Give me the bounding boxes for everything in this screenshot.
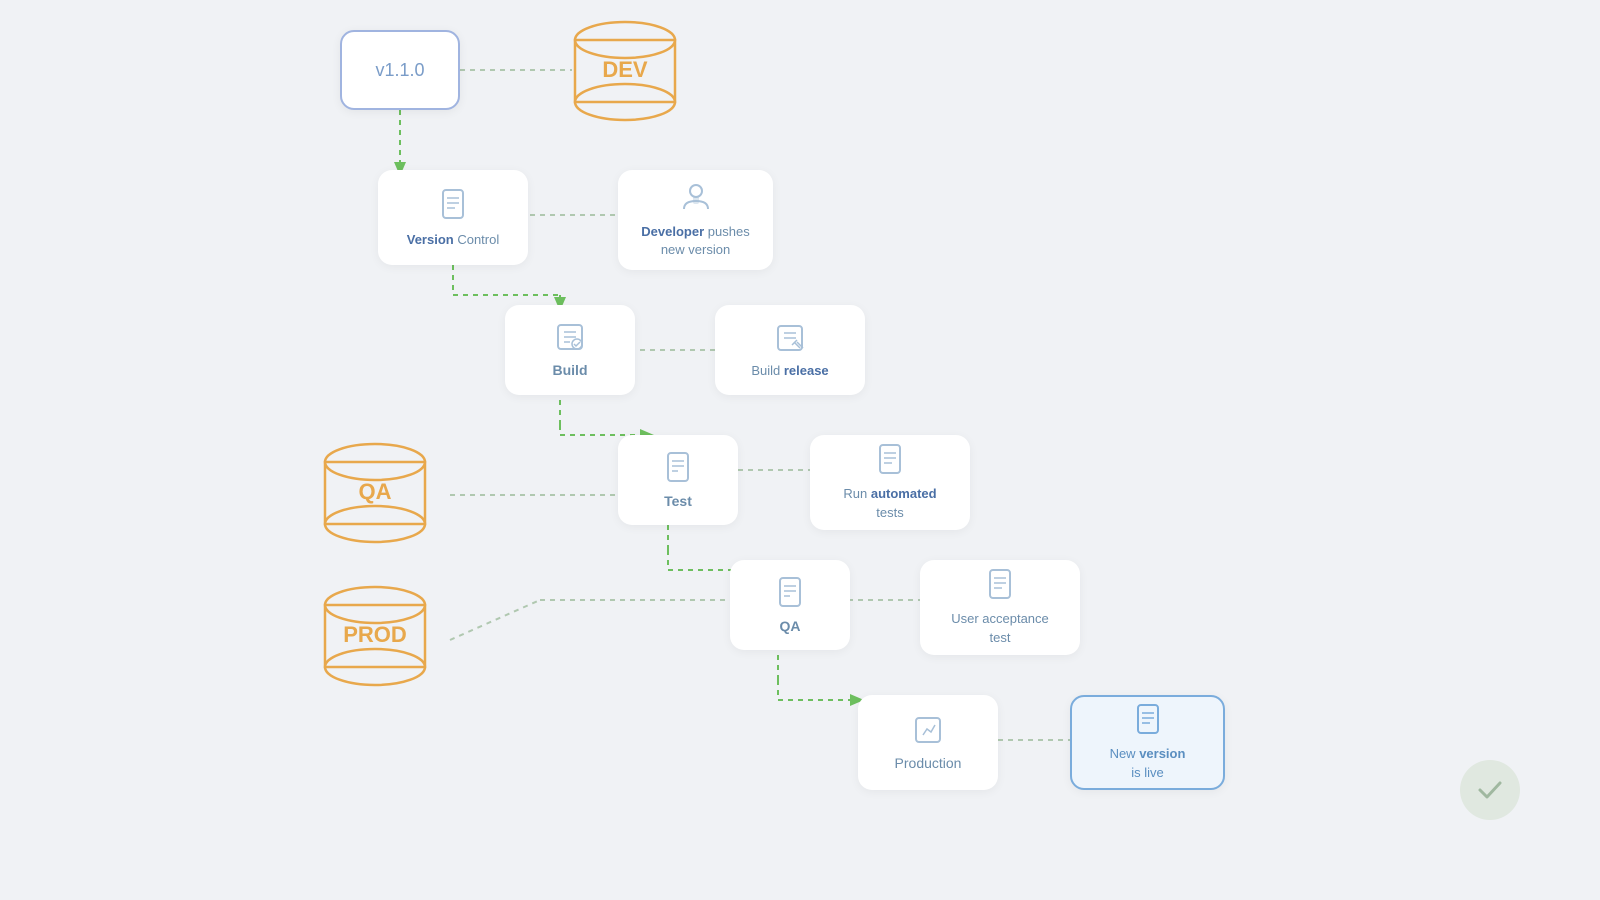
run-automated-tests-card: Run automatedtests <box>810 435 970 530</box>
test-label: Test <box>664 493 692 509</box>
svg-text:QA: QA <box>359 479 392 504</box>
qa-cylinder: QA <box>320 440 430 550</box>
qa-step-card: QA <box>730 560 850 650</box>
new-version-icon <box>1134 703 1162 740</box>
qa-step-label: QA <box>780 618 801 634</box>
prod-cylinder: PROD <box>320 583 430 693</box>
run-automated-tests-label: Run automatedtests <box>843 485 936 521</box>
svg-text:PROD: PROD <box>343 622 407 647</box>
svg-text:DEV: DEV <box>602 57 648 82</box>
check-circle-decoration <box>1460 760 1520 820</box>
connector-lines <box>0 0 1600 900</box>
user-acceptance-label: User acceptancetest <box>951 610 1049 646</box>
version-label: v1.1.0 <box>375 60 424 81</box>
diagram-container: v1.1.0 DEV QA PROD Ve <box>0 0 1600 900</box>
version-control-icon <box>439 188 467 227</box>
new-version-label: New versionis live <box>1110 745 1186 781</box>
user-acceptance-icon <box>986 568 1014 605</box>
automated-tests-icon <box>876 443 904 480</box>
test-icon <box>664 451 692 488</box>
new-version-live-card: New versionis live <box>1070 695 1225 790</box>
production-icon <box>913 715 943 750</box>
developer-pushes-label: Developer pushes new version <box>630 223 761 259</box>
build-release-icon <box>775 323 805 358</box>
version-control-label: Version Control <box>407 232 500 247</box>
qa-step-icon <box>776 576 804 613</box>
production-label: Production <box>895 755 962 771</box>
version-tag-card: v1.1.0 <box>340 30 460 110</box>
build-label: Build <box>553 362 588 378</box>
build-icon <box>555 322 585 357</box>
version-control-card: Version Control <box>378 170 528 265</box>
production-card: Production <box>858 695 998 790</box>
developer-icon <box>680 181 712 218</box>
build-release-card: Build release <box>715 305 865 395</box>
developer-pushes-card: Developer pushes new version <box>618 170 773 270</box>
test-card: Test <box>618 435 738 525</box>
user-acceptance-card: User acceptancetest <box>920 560 1080 655</box>
build-release-label: Build release <box>751 363 828 378</box>
build-card: Build <box>505 305 635 395</box>
dev-cylinder: DEV <box>570 18 680 128</box>
